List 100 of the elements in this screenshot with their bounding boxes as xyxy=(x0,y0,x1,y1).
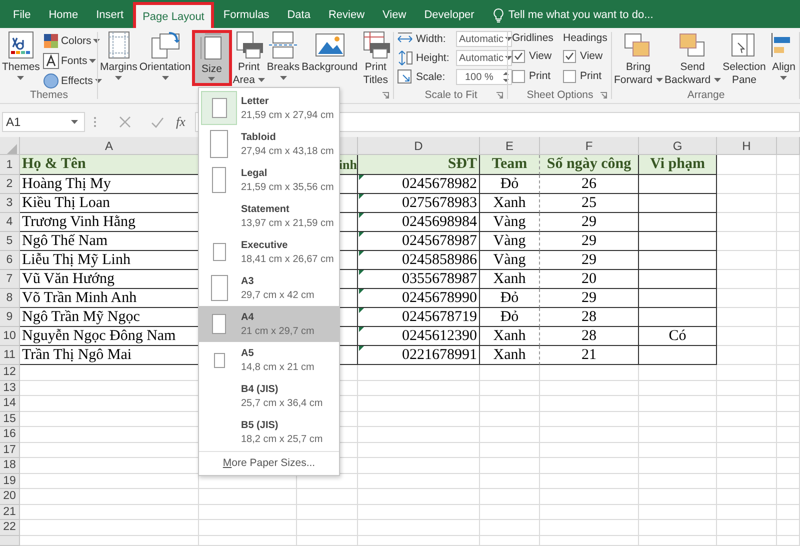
spinner-icon xyxy=(503,71,509,83)
row-number[interactable]: 6 xyxy=(0,251,20,270)
dialog-launcher-icon[interactable] xyxy=(496,92,503,99)
ribbon-button[interactable]: Bring Forward xyxy=(613,30,664,86)
ribbon-button[interactable]: Size xyxy=(192,30,232,86)
dropdown-field[interactable]: Automatic xyxy=(456,50,512,66)
table-cell xyxy=(480,427,540,442)
table-cell: Đỏ xyxy=(480,308,540,327)
ribbon-button[interactable]: Orientation xyxy=(138,30,192,86)
table-cell xyxy=(777,270,800,289)
menu-item[interactable]: Letter 21,59 cm x 27,94 cm xyxy=(199,90,339,126)
checkbox[interactable] xyxy=(563,70,576,82)
table-cell xyxy=(777,327,800,346)
font-icon xyxy=(42,52,59,68)
checkbox[interactable] xyxy=(563,50,576,62)
checkbox-label[interactable]: Print xyxy=(580,70,602,82)
spin-field[interactable]: 100 % xyxy=(456,69,512,85)
checkbox-label[interactable]: Print xyxy=(529,70,551,82)
table-cell xyxy=(717,396,777,412)
checkbox-label[interactable]: View xyxy=(529,50,552,62)
tab[interactable]: Data xyxy=(278,2,320,28)
column-header[interactable]: E xyxy=(480,137,540,155)
column-header[interactable]: H xyxy=(717,137,777,155)
table-cell xyxy=(297,520,358,536)
table-cell xyxy=(717,327,777,346)
table-cell xyxy=(777,474,800,489)
tab[interactable]: Home xyxy=(40,2,88,28)
ribbon-button[interactable]: Print Titles xyxy=(358,30,393,86)
menu-item[interactable]: Statement 13,97 cm x 21,59 cm xyxy=(199,198,339,234)
column-header[interactable]: A xyxy=(20,137,199,155)
ribbon-button[interactable]: Selection Pane xyxy=(722,30,767,86)
row-number[interactable]: 4 xyxy=(0,213,20,232)
ribbon-button[interactable]: Send Backward xyxy=(664,30,722,86)
check-icon[interactable] xyxy=(151,116,164,128)
menu-item[interactable]: A3 29,7 cm x 42 cm xyxy=(199,270,339,306)
table-cell xyxy=(717,308,777,327)
group-label: Scale to Fit xyxy=(424,89,478,101)
caret-icon xyxy=(505,56,512,60)
row-number[interactable]: 3 xyxy=(0,194,20,213)
tab[interactable]: Developer xyxy=(415,2,484,28)
table-cell: 29 xyxy=(540,289,639,308)
ribbon-button[interactable]: Breaks xyxy=(266,30,301,86)
menu-item[interactable]: B5 (JIS) 18,2 cm x 25,7 cm xyxy=(199,414,339,450)
header-cell: Số ngày công xyxy=(540,155,639,175)
row-number[interactable]: 14 xyxy=(0,396,20,412)
menu-item[interactable]: B4 (JIS) 25,7 cm x 36,4 cm xyxy=(199,378,339,414)
row-number[interactable]: 20 xyxy=(0,489,20,504)
tab[interactable]: Page Layout xyxy=(132,2,214,28)
cancel-icon[interactable] xyxy=(119,116,131,128)
row-number[interactable]: 12 xyxy=(0,365,20,380)
row-number[interactable]: 13 xyxy=(0,380,20,396)
dialog-launcher-icon[interactable] xyxy=(600,92,607,99)
checkbox-label[interactable]: View xyxy=(580,50,603,62)
row-number[interactable]: 7 xyxy=(0,270,20,289)
row-number[interactable]: 1 xyxy=(0,155,20,175)
row-number[interactable]: 10 xyxy=(0,327,20,346)
table-cell: Đỏ xyxy=(480,289,540,308)
ribbon-button[interactable]: Themes xyxy=(1,30,41,86)
menu-item[interactable]: More Paper Sizes... xyxy=(199,451,339,475)
menu-item[interactable]: A5 14,8 cm x 21 cm xyxy=(199,342,339,378)
row-number[interactable]: 2 xyxy=(0,175,20,194)
row-number[interactable]: 11 xyxy=(0,346,20,365)
table-cell xyxy=(777,175,800,194)
tab[interactable]: View xyxy=(374,2,416,28)
tab[interactable]: Insert xyxy=(87,2,133,28)
menu-item[interactable]: Executive 18,41 cm x 26,67 cm xyxy=(199,234,339,270)
column-header[interactable]: G xyxy=(639,137,717,155)
row-number[interactable]: 17 xyxy=(0,442,20,458)
row-number[interactable]: 19 xyxy=(0,474,20,489)
checkbox[interactable] xyxy=(512,70,525,82)
ribbon-button[interactable]: Align xyxy=(766,30,800,86)
row-number[interactable]: 21 xyxy=(0,504,20,520)
tell-me-box[interactable]: Tell me what you want to do... xyxy=(489,2,658,28)
table-cell xyxy=(480,489,540,504)
function-button[interactable]: fx xyxy=(176,114,186,130)
ribbon-button[interactable]: Print Area xyxy=(232,30,266,86)
column-header[interactable]: D xyxy=(358,137,480,155)
header-cell: SĐT xyxy=(358,155,480,175)
row-number[interactable]: 18 xyxy=(0,458,20,474)
ribbon-button[interactable]: Background xyxy=(300,30,359,86)
row-number[interactable]: 9 xyxy=(0,308,20,327)
row-number[interactable]: 16 xyxy=(0,427,20,442)
menu-item[interactable]: A4 21 cm x 29,7 cm xyxy=(199,306,339,342)
tab[interactable]: Review xyxy=(319,2,374,28)
checkbox[interactable] xyxy=(512,50,525,62)
name-box[interactable]: A1 xyxy=(2,112,85,132)
row-number[interactable]: 15 xyxy=(0,412,20,427)
tab[interactable]: Formulas xyxy=(214,2,278,28)
row-number[interactable]: 8 xyxy=(0,289,20,308)
dialog-launcher-icon[interactable] xyxy=(382,92,389,99)
table-cell: 25 xyxy=(540,194,639,213)
row-number[interactable]: 5 xyxy=(0,232,20,251)
ribbon-button[interactable]: Effects xyxy=(40,72,104,89)
row-number[interactable]: 22 xyxy=(0,520,20,536)
table-cell xyxy=(480,536,540,546)
column-header[interactable]: F xyxy=(540,137,639,155)
tab[interactable]: File xyxy=(4,2,40,28)
table-cell: Có xyxy=(639,327,717,346)
select-all-button[interactable] xyxy=(0,137,20,155)
dropdown-field[interactable]: Automatic xyxy=(456,31,512,47)
